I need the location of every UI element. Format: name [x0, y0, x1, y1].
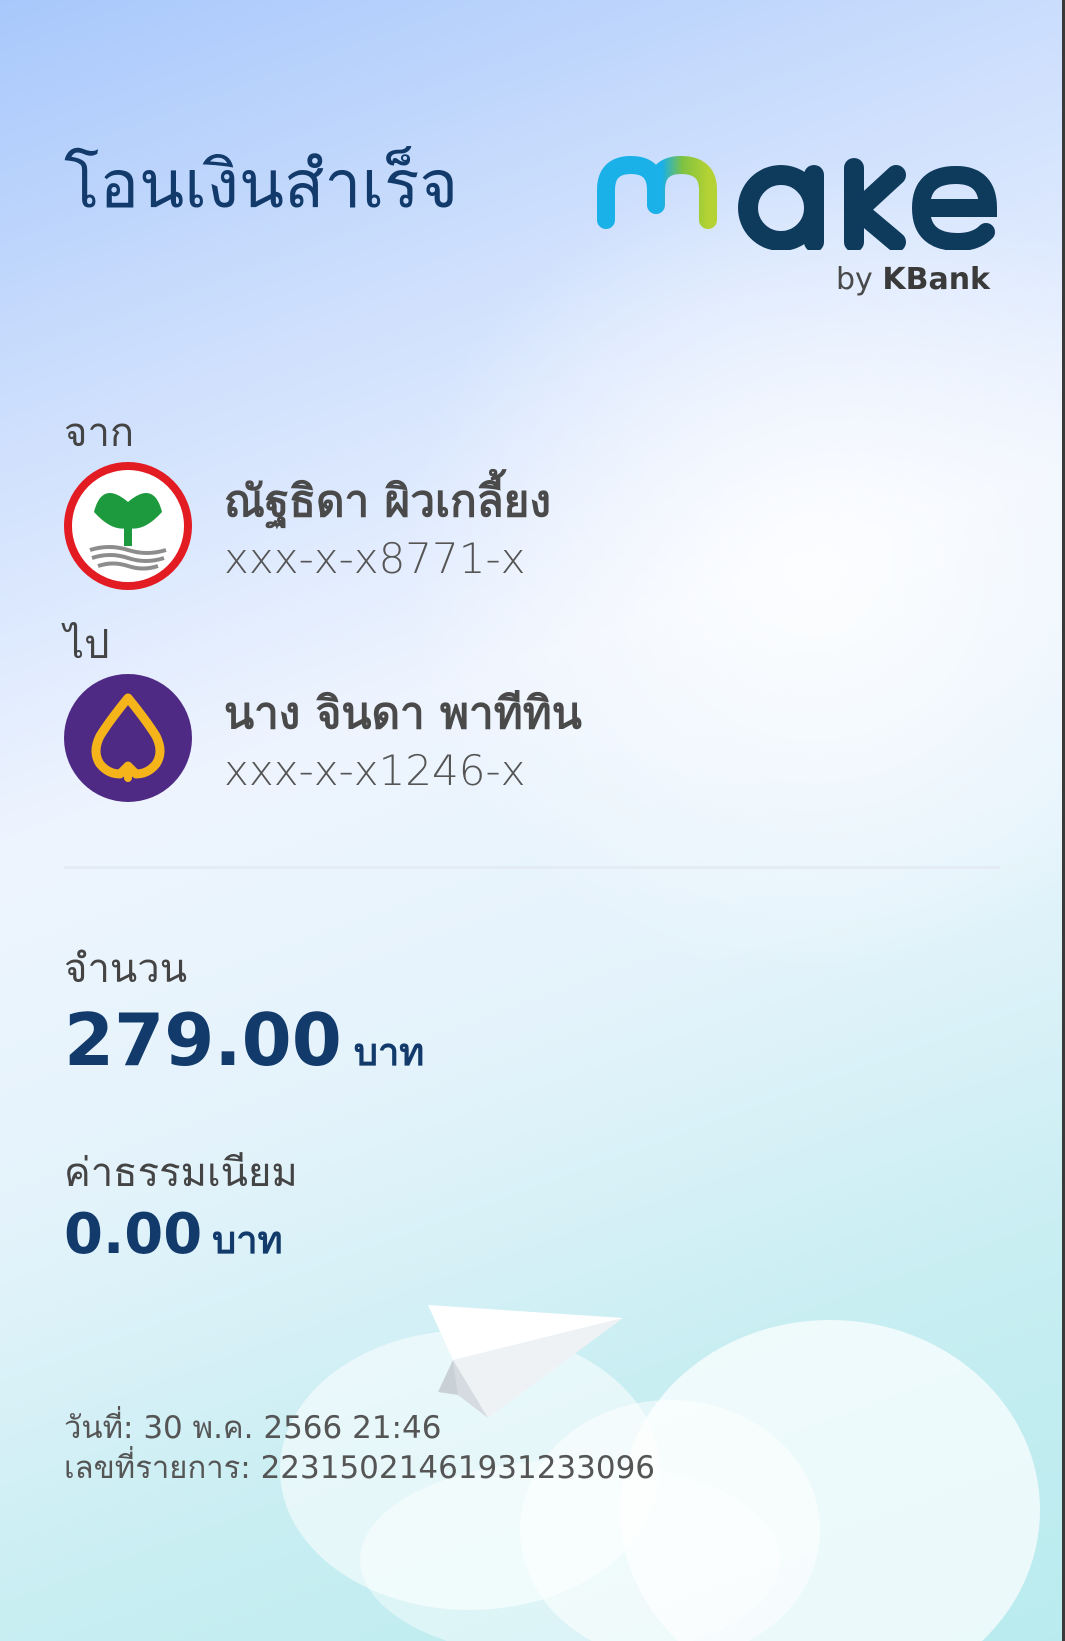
logo-by-brand: KBank [882, 262, 991, 297]
logo-by-prefix: by [836, 262, 883, 297]
amount-value: 279.00 บาท [64, 998, 424, 1082]
amount-number: 279.00 [64, 998, 342, 1082]
divider [64, 866, 1000, 869]
transaction-reference: เลขที่รายการ: 223150214619312330​96 [64, 1450, 656, 1486]
sender-account: xxx-x-x8771-x [224, 534, 526, 583]
to-label: ไป [64, 622, 110, 668]
make-logo: by KBank [596, 150, 1006, 310]
amount-unit: บาท [353, 1030, 425, 1074]
amount-label: จำนวน [64, 946, 188, 992]
fee-number: 0.00 [64, 1202, 203, 1267]
fee-value: 0.00 บาท [64, 1202, 283, 1270]
fee-unit: บาท [212, 1218, 283, 1262]
transfer-slip: โอนเงินสำเร็จ by KBank จาก ณัฐธิดา ผิวเก… [0, 0, 1065, 1641]
page-title: โอนเงินสำเร็จ [64, 146, 459, 223]
recipient-name: นาง จินดา พาทีทิน [224, 688, 582, 739]
fee-label: ค่าธรรมเนียม [64, 1150, 298, 1196]
make-wordmark-icon [597, 155, 998, 252]
kbank-logo-icon [64, 462, 192, 590]
from-label: จาก [64, 410, 135, 456]
paper-plane-icon [428, 1305, 623, 1418]
recipient-account: xxx-x-x1246-x [224, 746, 526, 795]
sender-name: ณัฐธิดา ผิวเกลี้ยง [224, 476, 551, 527]
logo-byline: by KBank [836, 262, 990, 297]
scb-logo-icon [64, 674, 192, 802]
